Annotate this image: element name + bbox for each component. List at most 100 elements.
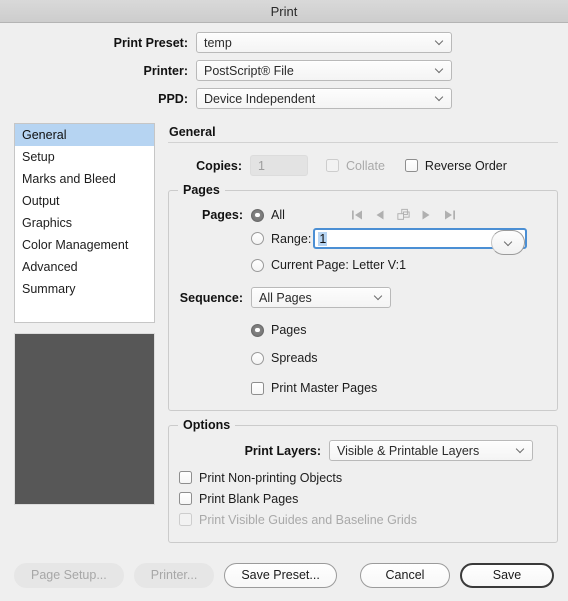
sidebar-item-output[interactable]: Output [15,190,154,212]
radio-dot-icon [251,208,264,222]
collate-checkbox: Collate [326,159,385,173]
sidebar-item-summary[interactable]: Summary [15,278,154,300]
print-blank-pages-label: Print Blank Pages [199,491,299,506]
reverse-order-checkbox[interactable]: Reverse Order [404,158,507,173]
print-master-pages-label: Print Master Pages [271,381,378,395]
radio-dot-icon [251,351,264,365]
page-navigation-icons [351,208,456,222]
copies-label: Copies: [196,158,242,173]
sidebar-item-setup[interactable]: Setup [15,146,154,168]
print-layers-row: Print Layers: Visible & Printable Layers [179,440,547,461]
print-preview-page [15,334,154,504]
pages-mode-spreads-radio[interactable]: Spreads [251,351,318,365]
pages-current-page-radio[interactable]: Current Page: Letter V:1 [251,258,406,272]
print-visible-guides-label: Print Visible Guides and Baseline Grids [199,512,417,527]
radio-dot-icon [251,323,264,337]
sidebar-item-marks-and-bleed[interactable]: Marks and Bleed [15,168,154,190]
general-panel: General Copies: 1 Collate Reverse Order … [168,118,558,549]
page-setup-button: Page Setup... [14,562,124,588]
page-range-value: 1 [318,231,328,246]
chevron-down-icon [436,66,444,74]
sidebar-item-general[interactable]: General [15,124,154,146]
print-blank-pages-checkbox[interactable]: Print Blank Pages [179,492,298,506]
print-visible-guides-row: Print Visible Guides and Baseline Grids [179,509,547,530]
printer-select[interactable]: PostScript® File [196,60,452,81]
page-range-input[interactable]: 1 [313,228,528,255]
options-group-legend: Options [178,418,236,432]
dialog-footer: Page Setup... Printer... Save Preset... … [0,549,568,601]
checkbox-box-icon [251,381,264,395]
pages-stack-icon[interactable] [397,208,410,222]
options-group: Options Print Layers: Visible & Printabl… [168,418,558,543]
print-layers-value: Visible & Printable Layers [337,443,480,458]
save-preset-button[interactable]: Save Preset... [224,562,337,588]
pages-mode-pages-row: Pages [179,320,547,340]
pages-all-radio[interactable]: All [251,208,285,222]
sequence-label: Sequence: [179,290,243,305]
print-non-printing-objects-checkbox[interactable]: Print Non-printing Objects [179,471,342,485]
page-range-dropdown-button[interactable] [491,230,526,255]
pages-range-label: Range: [271,231,312,246]
radio-dot-icon [251,258,264,272]
checkbox-box-icon [179,513,192,526]
chevron-down-icon [517,446,525,454]
top-form: Print Preset: temp Printer: PostScript® … [0,23,568,109]
reverse-order-label: Reverse Order [424,158,507,173]
pages-all-label: All [271,208,285,222]
pages-mode-pages-radio[interactable]: Pages [251,323,306,337]
sequence-row: Sequence: All Pages [179,287,547,308]
sequence-value: All Pages [259,290,312,305]
print-master-pages-checkbox[interactable]: Print Master Pages [251,381,377,395]
ppd-row: PPD: Device Independent [0,88,568,109]
pages-all-row: Pages: All [179,205,547,225]
chevron-down-icon [436,38,444,46]
sidebar-item-graphics[interactable]: Graphics [15,212,154,234]
last-page-icon[interactable] [443,209,456,222]
pages-current-page-row: Current Page: Letter V:1 [179,255,547,275]
print-master-pages-row: Print Master Pages [179,378,547,398]
radio-dot-icon [251,232,264,245]
copies-value: 1 [258,158,265,173]
checkbox-box-icon [179,471,192,484]
checkbox-box-icon [404,159,418,172]
printer-button: Printer... [133,562,215,588]
copies-row: Copies: 1 Collate Reverse Order [168,155,558,176]
print-preset-row: Print Preset: temp [0,32,568,53]
print-preset-select[interactable]: temp [196,32,452,53]
page-range-text: 1 [315,230,491,247]
panel-title: General [169,125,216,139]
dialog-content: General Setup Marks and Bleed Output Gra… [0,118,568,549]
collate-label: Collate [346,158,385,173]
settings-category-list[interactable]: General Setup Marks and Bleed Output Gra… [14,123,155,323]
window-titlebar: Print [0,0,568,23]
printer-label: Printer: [143,63,188,78]
print-preset-label: Print Preset: [113,35,188,50]
previous-page-icon[interactable] [374,209,387,222]
cancel-button[interactable]: Cancel [360,562,450,588]
chevron-down-icon [375,293,383,301]
next-page-icon[interactable] [420,209,433,222]
pages-range-row: Range: 1 [179,228,547,255]
copies-input: 1 [250,155,308,176]
pages-mode-pages-label: Pages [271,323,307,337]
sequence-select[interactable]: All Pages [251,287,391,308]
panel-divider [168,142,558,143]
print-preview-frame [14,333,155,505]
ppd-select[interactable]: Device Independent [196,88,452,109]
sidebar-item-color-management[interactable]: Color Management [15,234,154,256]
pages-group-legend: Pages [178,183,225,197]
print-layers-select[interactable]: Visible & Printable Layers [329,440,533,461]
pages-label: Pages: [202,208,243,222]
printer-row: Printer: PostScript® File [0,60,568,81]
print-non-printing-objects-label: Print Non-printing Objects [199,470,343,485]
checkbox-box-icon [326,159,339,172]
print-layers-label: Print Layers: [244,443,321,458]
pages-range-radio[interactable]: Range: [251,232,312,246]
print-visible-guides-checkbox: Print Visible Guides and Baseline Grids [179,513,417,527]
save-button[interactable]: Save [460,562,554,588]
print-preset-value: temp [204,35,232,50]
print-non-printing-objects-row: Print Non-printing Objects [179,467,547,488]
first-page-icon[interactable] [351,209,364,222]
pages-mode-spreads-row: Spreads [179,348,547,368]
sidebar-item-advanced[interactable]: Advanced [15,256,154,278]
